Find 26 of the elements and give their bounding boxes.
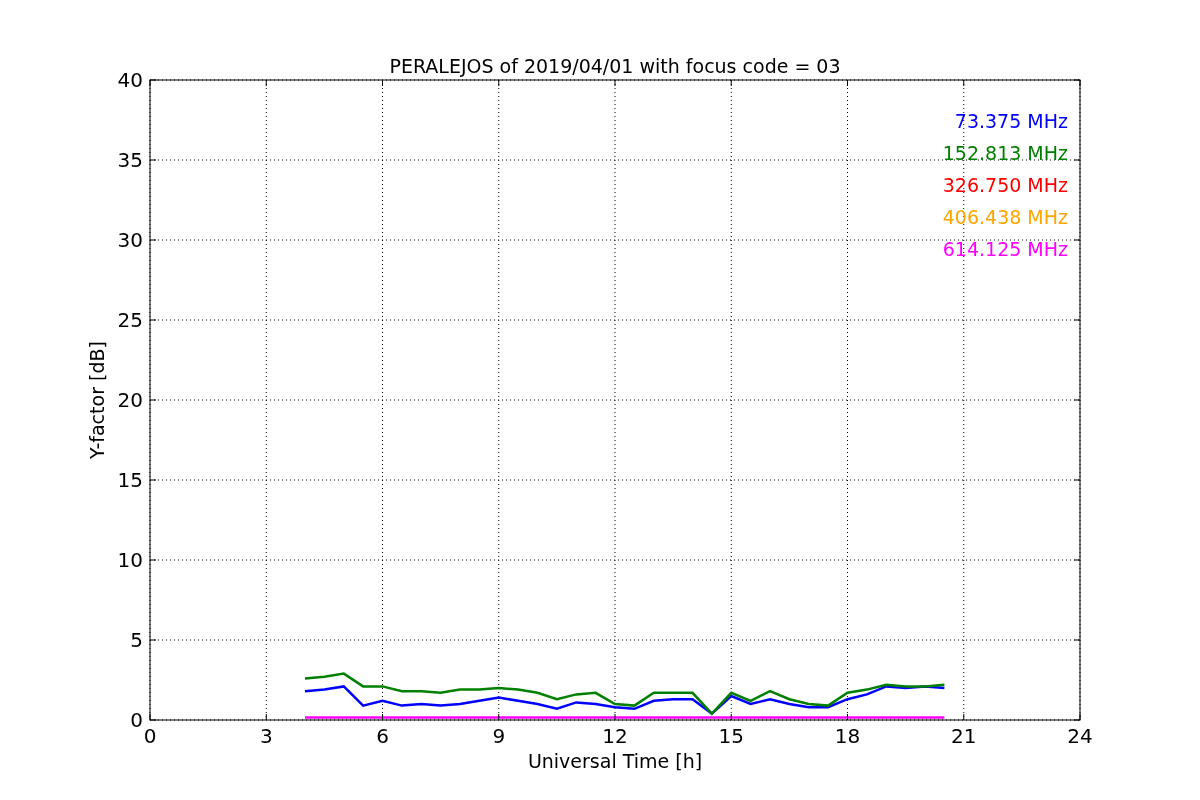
axis-label: Universal Time [h] <box>527 750 703 772</box>
tick-label: 25 <box>117 308 143 332</box>
tick-label: 10 <box>117 548 143 572</box>
legend-entry: 73.375 MHz <box>954 110 1068 132</box>
chart-title: PERALEJOS of 2019/04/01 with focus code = 03 <box>389 55 841 77</box>
legend-entry: 326.750 MHz <box>942 174 1068 196</box>
tick-label: 35 <box>117 148 143 172</box>
tick-label: 15 <box>718 724 744 748</box>
tick-label: 3 <box>259 724 273 748</box>
tick-label: 15 <box>117 468 143 492</box>
tick-label: 18 <box>834 724 861 748</box>
tick-label: 20 <box>117 388 143 412</box>
tick-label: 0 <box>143 724 157 748</box>
tick-label: 21 <box>951 724 977 748</box>
tick-label: 9 <box>492 724 506 748</box>
tick-label: 5 <box>130 628 143 652</box>
legend-entry: 614.125 MHz <box>942 238 1068 260</box>
tick-label: 6 <box>376 724 389 748</box>
legend-entry: 406.438 MHz <box>942 206 1068 228</box>
axis-label: Y-factor [dB] <box>86 341 108 459</box>
tick-label: 12 <box>602 724 628 748</box>
tick-label: 24 <box>1067 724 1093 748</box>
tick-label: 30 <box>117 228 143 252</box>
tick-label: 40 <box>117 68 143 92</box>
tick-label: 0 <box>130 708 143 732</box>
legend-entry: 152.813 MHz <box>942 142 1068 164</box>
